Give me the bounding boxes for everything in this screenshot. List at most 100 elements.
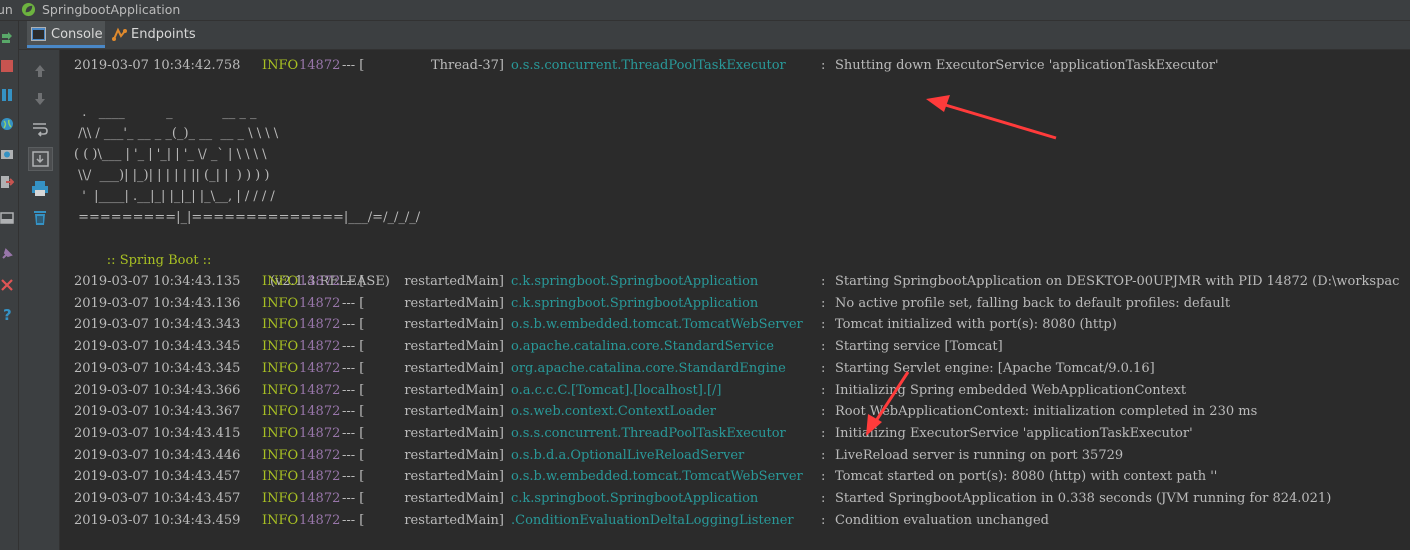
log-logger: o.s.s.concurrent.ThreadPoolTaskExecutor bbox=[511, 58, 786, 73]
log-thread: restartedMain] bbox=[404, 382, 504, 398]
log-logger: org.apache.catalina.core.StandardEngine bbox=[511, 360, 786, 376]
log-colon: : bbox=[821, 339, 826, 355]
console-gutter-toolbar bbox=[19, 50, 60, 550]
log-level: INFO bbox=[262, 58, 299, 73]
log-colon: : bbox=[821, 512, 826, 528]
log-message: Shutting down ExecutorService 'applicati… bbox=[835, 58, 1219, 73]
log-logger: c.k.springboot.SpringbootApplication bbox=[511, 491, 759, 506]
log-message: Started SpringbootApplication in 0.338 s… bbox=[835, 491, 1332, 506]
banner-line: \\/ ___)| |_)| | | | | || (_| | ) ) ) ) bbox=[74, 168, 270, 183]
scroll-to-end-button[interactable] bbox=[28, 147, 53, 171]
help-icon[interactable]: ? bbox=[0, 307, 14, 321]
log-level: INFO bbox=[262, 274, 299, 289]
tab-console[interactable]: Console bbox=[27, 21, 105, 48]
log-timestamp: 2019-03-07 10:34:43.457 bbox=[74, 491, 241, 506]
log-message: Starting service [Tomcat] bbox=[835, 339, 1003, 355]
log-level: INFO bbox=[262, 447, 299, 463]
log-colon: : bbox=[821, 447, 826, 463]
annotation-arrow bbox=[926, 95, 1057, 140]
soft-wrap-icon[interactable] bbox=[29, 117, 51, 139]
stop-icon[interactable] bbox=[0, 59, 14, 73]
camera-icon[interactable] bbox=[0, 147, 14, 161]
print-icon[interactable] bbox=[29, 177, 51, 199]
log-pid: 14872 bbox=[299, 512, 341, 528]
banner-line: ' |____| .__|_| |_|_| |_\__, | / / / / bbox=[74, 189, 275, 204]
log-pid: 14872 bbox=[299, 469, 341, 485]
close-icon[interactable] bbox=[0, 278, 14, 292]
log-logger: o.s.b.w.embedded.tomcat.TomcatWebServer bbox=[511, 469, 803, 485]
console-output[interactable]: 2019-03-07 10:34:42.758 INFO 14872 --- [… bbox=[60, 50, 1410, 550]
log-timestamp: 2019-03-07 10:34:43.459 bbox=[74, 512, 241, 528]
log-timestamp: 2019-03-07 10:34:43.446 bbox=[74, 447, 241, 463]
tool-window-tabs: Console Endpoints bbox=[19, 21, 1410, 50]
log-logger: o.s.b.d.a.OptionalLiveReloadServer bbox=[511, 447, 745, 463]
run-label: un bbox=[0, 2, 13, 17]
log-pid: 14872 bbox=[299, 491, 341, 506]
scroll-down-icon[interactable] bbox=[29, 88, 51, 110]
log-colon: : bbox=[821, 469, 826, 485]
trash-icon[interactable] bbox=[29, 206, 51, 228]
log-pid: 14872 bbox=[299, 404, 341, 420]
log-colon: : bbox=[821, 491, 826, 506]
log-thread: restartedMain] bbox=[404, 425, 504, 441]
log-message: LiveReload server is running on port 357… bbox=[835, 447, 1124, 463]
log-thread: restartedMain] bbox=[404, 512, 504, 528]
log-level: INFO bbox=[262, 382, 299, 398]
run-toolbar: ? bbox=[0, 21, 19, 550]
log-thread: restartedMain] bbox=[404, 317, 504, 333]
log-level: INFO bbox=[262, 404, 299, 420]
log-level: INFO bbox=[262, 295, 299, 311]
log-logger: o.s.s.concurrent.ThreadPoolTaskExecutor bbox=[511, 425, 786, 441]
spring-boot-label: :: Spring Boot :: bbox=[106, 253, 212, 268]
annotation-arrow bbox=[866, 371, 910, 436]
log-level: INFO bbox=[262, 425, 299, 441]
log-timestamp: 2019-03-07 10:34:43.135 bbox=[74, 274, 241, 289]
log-thread: restartedMain] bbox=[404, 274, 504, 289]
log-pid: 14872 bbox=[299, 382, 341, 398]
spring-leaf-icon bbox=[21, 2, 36, 17]
rerun-icon[interactable] bbox=[0, 31, 14, 45]
layout-icon[interactable] bbox=[0, 211, 14, 225]
exit-icon[interactable] bbox=[0, 175, 14, 189]
log-logger: o.s.b.w.embedded.tomcat.TomcatWebServer bbox=[511, 317, 803, 333]
run-configuration-name[interactable]: SpringbootApplication bbox=[42, 0, 180, 19]
log-message: Condition evaluation unchanged bbox=[835, 512, 1049, 528]
log-timestamp: 2019-03-07 10:34:42.758 bbox=[74, 58, 241, 73]
banner-line: /\\ / ___'_ __ _ _(_)_ __ __ _ \ \ \ \ bbox=[74, 126, 279, 141]
log-separator: --- [ bbox=[342, 295, 365, 311]
log-timestamp: 2019-03-07 10:34:43.345 bbox=[74, 339, 241, 355]
log-level: INFO bbox=[262, 317, 299, 333]
log-level: INFO bbox=[262, 491, 299, 506]
log-thread: restartedMain] bbox=[404, 339, 504, 355]
scroll-up-icon[interactable] bbox=[29, 60, 51, 82]
globe-icon[interactable] bbox=[0, 117, 14, 131]
log-timestamp: 2019-03-07 10:34:43.367 bbox=[74, 404, 241, 420]
banner-line: =========|_|==============|___/=/_/_/_/ bbox=[74, 210, 421, 225]
log-timestamp: 2019-03-07 10:34:43.343 bbox=[74, 317, 241, 333]
log-logger: o.s.web.context.ContextLoader bbox=[511, 404, 716, 420]
log-separator: --- [ bbox=[342, 512, 365, 528]
log-colon: : bbox=[821, 382, 826, 398]
run-window-title-bar: un SpringbootApplication bbox=[0, 0, 1410, 21]
log-logger: .ConditionEvaluationDeltaLoggingListener bbox=[511, 512, 794, 528]
tab-endpoints-label: Endpoints bbox=[131, 27, 196, 42]
log-timestamp: 2019-03-07 10:34:43.415 bbox=[74, 425, 241, 441]
log-thread: restartedMain] bbox=[404, 447, 504, 463]
pause-icon[interactable] bbox=[0, 88, 14, 102]
svg-text:?: ? bbox=[3, 307, 12, 321]
log-thread: restartedMain] bbox=[404, 360, 504, 376]
log-logger: o.a.c.c.C.[Tomcat].[localhost].[/] bbox=[511, 382, 722, 398]
pin-icon[interactable] bbox=[0, 247, 14, 261]
log-separator: --- [ bbox=[342, 360, 365, 376]
log-logger: o.apache.catalina.core.StandardService bbox=[511, 339, 774, 355]
log-level: INFO bbox=[262, 339, 299, 355]
log-message: Starting SpringbootApplication on DESKTO… bbox=[835, 274, 1400, 289]
log-pid: 14872 bbox=[299, 317, 341, 333]
log-separator: --- [ bbox=[342, 404, 365, 420]
log-pid: 14872 bbox=[299, 58, 341, 73]
log-separator: --- [ bbox=[342, 317, 365, 333]
tab-endpoints[interactable]: Endpoints bbox=[107, 21, 202, 48]
log-separator: --- [ bbox=[342, 58, 365, 73]
log-colon: : bbox=[821, 404, 826, 420]
banner-line: ( ( )\___ | '_ | '_| | '_ \/ _` | \ \ \ … bbox=[74, 147, 267, 162]
